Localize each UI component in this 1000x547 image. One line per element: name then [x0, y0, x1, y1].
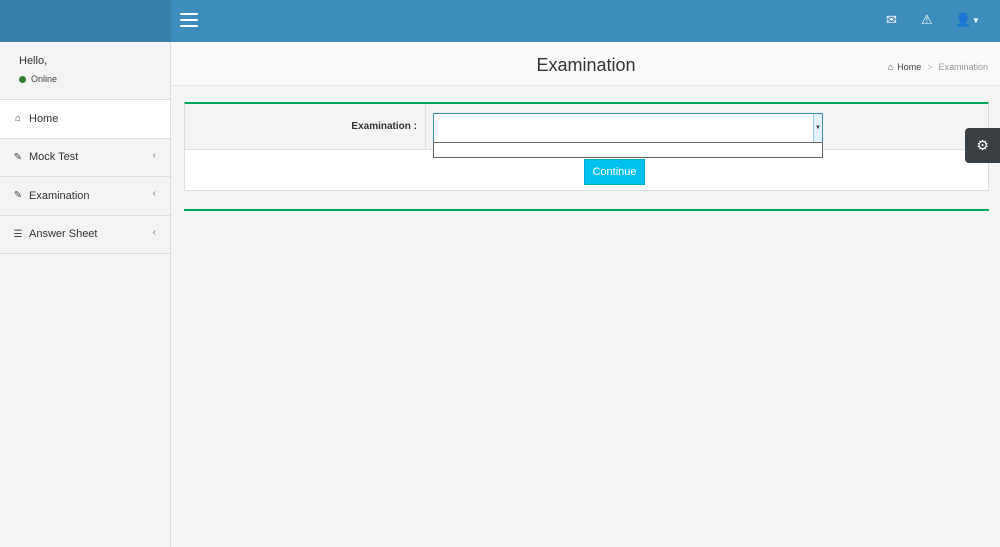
warning-icon[interactable]: ⚠	[921, 12, 933, 28]
home-icon: ⌂	[14, 113, 22, 125]
label-cell: Examination :	[185, 104, 426, 150]
sidebar-item-label: Home	[29, 112, 59, 125]
sidebar-item-label: Answer Sheet	[29, 228, 98, 241]
envelope-icon[interactable]: ✉	[886, 12, 897, 28]
box-divider	[184, 209, 989, 211]
edit-icon: ✎	[13, 190, 23, 202]
content-header: Examination ⌂ Home > Examination	[172, 42, 1000, 86]
sidebar-item-mock-test[interactable]: ✎ Mock Test ‹	[0, 139, 170, 177]
caret-down-icon[interactable]: ▼	[972, 16, 980, 25]
chevron-left-icon: ‹	[152, 226, 156, 238]
sidebar-item-label: Examination	[29, 189, 90, 202]
examination-select[interactable]: ▼	[433, 113, 823, 143]
sidebar: Hello, Online ⌂ Home ✎ Mock Test ‹ ✎ Exa…	[0, 42, 171, 547]
select-arrow-icon[interactable]: ▼	[813, 114, 822, 142]
list-icon: ☰	[13, 228, 23, 240]
gear-icon[interactable]: ⚙	[965, 128, 1000, 163]
edit-icon: ✎	[13, 151, 23, 163]
breadcrumb-separator: >	[927, 62, 933, 72]
logo-area[interactable]	[0, 0, 171, 42]
topbar: ✉ ⚠ 👤 ▼	[171, 0, 1000, 42]
greeting: Hello,	[19, 55, 48, 67]
breadcrumb-home[interactable]: Home	[897, 62, 921, 72]
examination-label: Examination :	[351, 121, 417, 132]
page-title: Examination	[536, 55, 636, 75]
examination-dropdown-list[interactable]	[433, 142, 823, 158]
exam-form-box: Examination : ▼ Continue	[184, 102, 989, 191]
online-dot-icon	[19, 75, 26, 83]
continue-button[interactable]: Continue	[584, 159, 645, 185]
hamburger-icon[interactable]	[180, 13, 198, 27]
sidebar-item-home[interactable]: ⌂ Home	[0, 100, 170, 139]
online-status: Online	[19, 74, 170, 84]
chevron-left-icon: ‹	[152, 188, 156, 199]
breadcrumb: ⌂ Home > Examination	[888, 62, 988, 72]
home-icon: ⌂	[887, 62, 894, 72]
sidebar-item-label: Mock Test	[29, 151, 79, 164]
sidebar-item-answer-sheet[interactable]: ☰ Answer Sheet ‹	[0, 216, 170, 254]
status-label: Online	[31, 74, 58, 84]
sidebar-item-examination[interactable]: ✎ Examination ‹	[0, 177, 170, 216]
chevron-left-icon: ‹	[152, 149, 156, 161]
user-icon[interactable]: 👤	[955, 12, 971, 28]
user-panel: Hello, Online	[0, 42, 170, 100]
breadcrumb-current: Examination	[938, 62, 988, 72]
